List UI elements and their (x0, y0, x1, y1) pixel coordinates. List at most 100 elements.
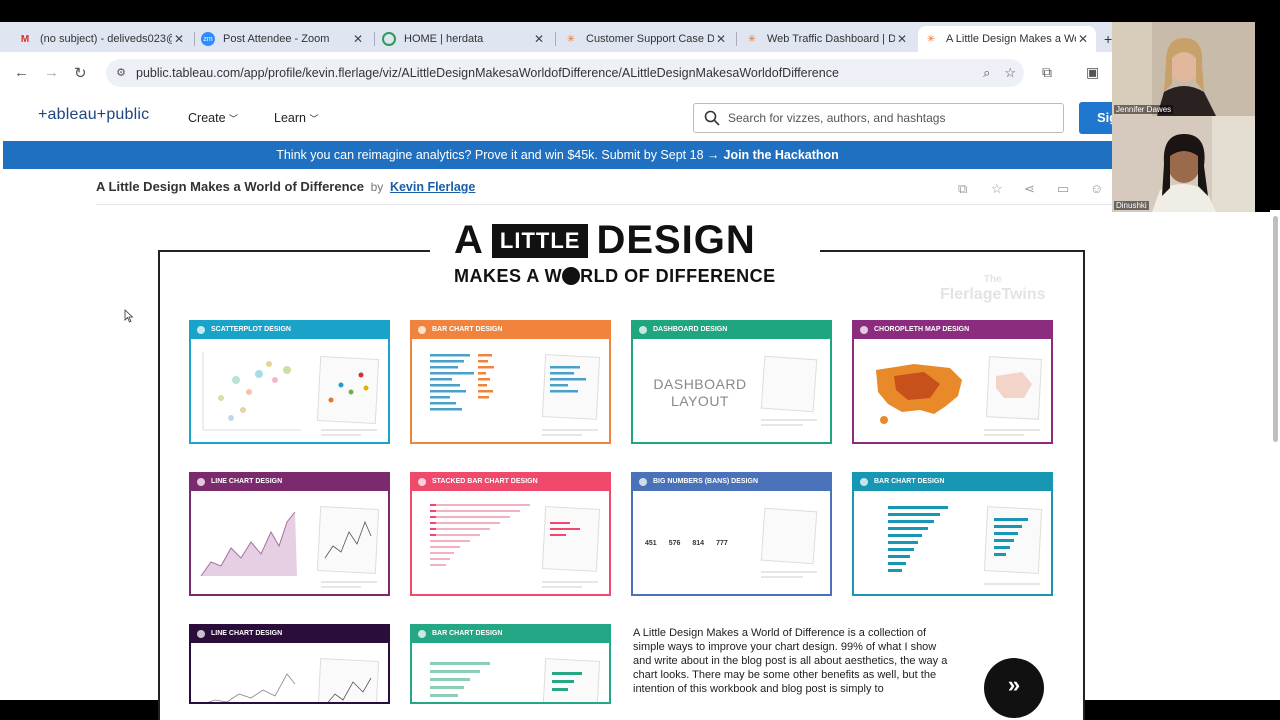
tab-title: Customer Support Case De (586, 33, 714, 45)
tab-title: A Little Design Makes a Wo (946, 33, 1076, 45)
browser-toolbar: ← → ↻ ⚙ public.tableau.com/app/profile/k… (0, 52, 1112, 94)
close-tab-icon[interactable]: ✕ (532, 32, 546, 46)
viz-card-bar-chart[interactable]: BAR CHART DESIGN (410, 320, 611, 444)
viz-heading: A Little Design Makes a World of Differe… (96, 179, 475, 194)
participant-name: Jennifer Dawes (1114, 105, 1174, 114)
close-tab-icon[interactable]: ✕ (351, 32, 365, 46)
extensions-icon[interactable]: ⧉ (1042, 64, 1052, 81)
scatterplot-thumbnail (202, 352, 380, 436)
menu-create[interactable]: Create ﹀ (188, 111, 238, 125)
dashboard-text-line-1: DASHBOARD (653, 376, 747, 392)
bar-chart-2-thumbnail (888, 506, 1043, 585)
hero-a: A (454, 218, 484, 262)
ban-value: 451 (645, 540, 657, 547)
viz-card-choropleth-map[interactable]: CHOROPLETH MAP DESIGN (852, 320, 1053, 444)
search-placeholder: Search for vizzes, authors, and hashtags (728, 111, 946, 125)
viz-card-scatterplot[interactable]: SCATTERPLOT DESIGN (189, 320, 390, 444)
zoom-icon: zm (201, 32, 215, 46)
bans-thumbnail: 451 576 814 777 (633, 492, 830, 594)
viz-card-big-numbers[interactable]: BIG NUMBERS (BANS) DESIGN 451 576 814 77… (631, 472, 832, 596)
stacked-bar-thumbnail (430, 504, 601, 588)
menu-learn[interactable]: Learn ﹀ (274, 111, 318, 125)
hero-sub-2: RLD OF DIFFERENCE (580, 266, 776, 286)
participant-video (1112, 22, 1255, 116)
participant-name: Dinushki (1114, 201, 1149, 210)
reload-icon[interactable]: ↻ (74, 64, 87, 82)
hackathon-link[interactable]: Join the Hackathon (724, 148, 839, 162)
dashboard-mini-thumbnail (760, 355, 818, 426)
tableau-icon: ✳ (926, 33, 936, 45)
tab-title: Web Traffic Dashboard | Dig (767, 33, 895, 45)
close-tab-icon[interactable]: ✕ (714, 32, 728, 46)
video-tile-jennifer: Jennifer Dawes (1112, 22, 1255, 116)
participant-video (1112, 116, 1255, 212)
card-header: CHOROPLETH MAP DESIGN (854, 322, 1051, 339)
menu-learn-label: Learn (274, 111, 306, 125)
card-header: STACKED BAR CHART DESIGN (412, 474, 609, 491)
scrollbar-thumb[interactable] (1273, 216, 1278, 442)
browser-tab-active[interactable]: ✳ A Little Design Makes a Wo ✕ (918, 26, 1096, 52)
screen: M (no subject) - deliveds023@ ✕ zm Post … (0, 0, 1280, 720)
card-header: BAR CHART DESIGN (412, 322, 609, 339)
globe-icon (562, 267, 581, 285)
tab-title: Post Attendee - Zoom (223, 33, 330, 45)
card-header: LINE CHART DESIGN (191, 626, 388, 643)
author-link[interactable]: Kevin Flerlage (390, 180, 475, 194)
search-input[interactable]: Search for vizzes, authors, and hashtags (693, 103, 1064, 133)
line-chart-thumbnail (200, 506, 380, 588)
dashboard-thumbnail: DASHBOARD LAYOUT (633, 340, 830, 442)
bar-chart-3-thumbnail (430, 658, 601, 702)
card-header: BIG NUMBERS (BANS) DESIGN (633, 474, 830, 491)
card-header: BAR CHART DESIGN (854, 474, 1051, 491)
forward-icon[interactable]: → (44, 64, 59, 81)
divider (96, 204, 1112, 205)
zoom-icon[interactable]: ⌕ (983, 65, 990, 81)
copy-icon[interactable]: ⧉ (958, 181, 967, 197)
close-tab-icon[interactable]: ✕ (1076, 32, 1090, 46)
browser-tab[interactable]: ✳ Web Traffic Dashboard | Dig ✕ (739, 26, 915, 52)
tab-title: (no subject) - deliveds023@ (40, 33, 172, 45)
chevron-down-icon: ﹀ (309, 114, 319, 124)
address-bar[interactable]: ⚙ public.tableau.com/app/profile/kevin.f… (106, 59, 1024, 87)
viz-card-dashboard[interactable]: DASHBOARD DESIGN DASHBOARD LAYOUT (631, 320, 832, 444)
viz-card-stacked-bar-chart[interactable]: STACKED BAR CHART DESIGN (410, 472, 611, 596)
watermark-line-2: FlerlageTwins (940, 286, 1046, 303)
next-arrow-button[interactable]: » (984, 658, 1044, 718)
new-tab-button[interactable]: + (1098, 26, 1112, 52)
favorite-star-icon[interactable]: ☆ (991, 181, 1003, 197)
bar-chart-thumbnail (430, 354, 601, 436)
ban-value: 777 (716, 540, 728, 547)
card-header: BAR CHART DESIGN (412, 626, 609, 643)
viz-hero-title: A LITTLE DESIGN MAKES A W RLD OF DIFFEREN… (430, 216, 820, 291)
menu-create-label: Create (188, 111, 226, 125)
line-chart-2-thumbnail (207, 658, 380, 702)
page-right-area (1112, 212, 1280, 700)
comment-icon[interactable]: ▭ (1057, 181, 1069, 197)
profile-icon[interactable]: ☺ (1090, 181, 1103, 196)
dashboard-layout-text: DASHBOARD LAYOUT (645, 376, 755, 410)
share-icon[interactable]: ⋖ (1024, 181, 1035, 197)
back-icon[interactable]: ← (14, 64, 29, 81)
close-tab-icon[interactable]: ✕ (172, 32, 186, 46)
mouse-cursor-icon (124, 309, 134, 323)
ban-values: 451 576 814 777 (645, 540, 728, 547)
viz-card-line-chart[interactable]: LINE CHART DESIGN (189, 472, 390, 596)
browser-tab-strip: M (no subject) - deliveds023@ ✕ zm Post … (0, 22, 1112, 52)
bookmark-star-icon[interactable]: ☆ (1004, 65, 1016, 81)
search-icon (704, 110, 720, 126)
viz-card-bar-chart-3[interactable]: BAR CHART DESIGN (410, 624, 611, 704)
tableau-page: +ableau+public Create ﹀ Learn ﹀ Search f… (0, 94, 1119, 720)
flerlage-twins-watermark: The FlerlageTwins (940, 272, 1046, 303)
close-tab-icon[interactable]: ✕ (895, 32, 909, 46)
site-info-icon[interactable]: ⚙ (114, 66, 128, 80)
browser-tab[interactable]: zm Post Attendee - Zoom ✕ (195, 26, 371, 52)
viz-card-bar-chart-2[interactable]: BAR CHART DESIGN (852, 472, 1053, 596)
tableau-public-logo[interactable]: +ableau+public (38, 106, 149, 124)
side-panel-icon[interactable]: ▣ (1086, 64, 1099, 81)
browser-tab[interactable]: HOME | herdata ✕ (376, 26, 552, 52)
viz-card-line-chart-2[interactable]: LINE CHART DESIGN (189, 624, 390, 704)
browser-tab[interactable]: M (no subject) - deliveds023@ ✕ (12, 26, 192, 52)
choropleth-map-thumbnail (876, 356, 1043, 436)
browser-tab[interactable]: ✳ Customer Support Case De ✕ (558, 26, 734, 52)
url-text[interactable]: public.tableau.com/app/profile/kevin.fle… (136, 66, 839, 80)
